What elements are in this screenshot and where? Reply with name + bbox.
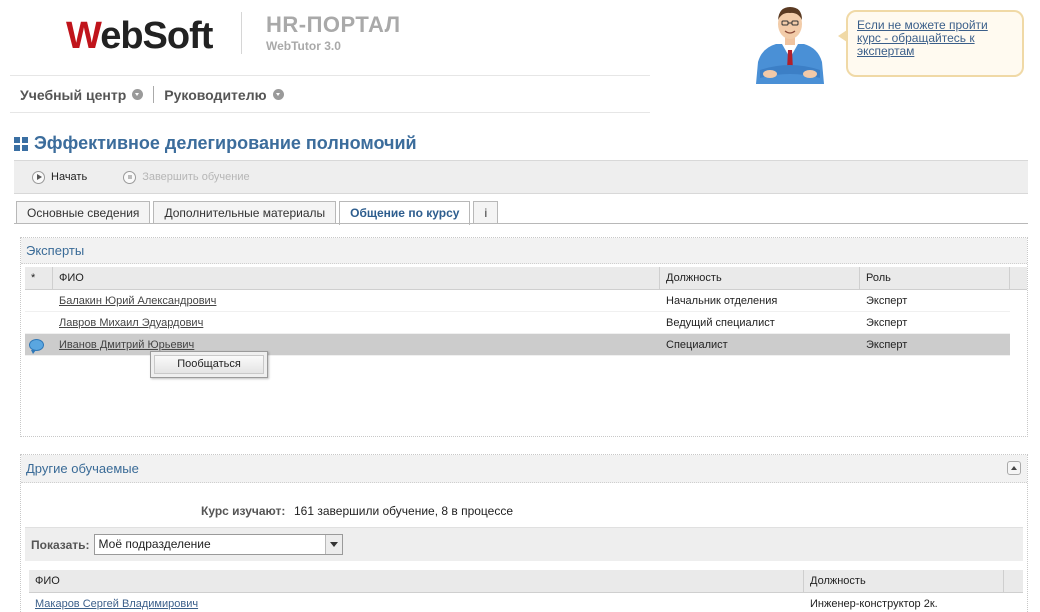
select-value: Моё подразделение xyxy=(98,537,211,551)
table-row[interactable]: Балакин Юрий Александрович Начальник отд… xyxy=(25,290,1010,312)
chat-popup: Пообщаться xyxy=(150,351,268,378)
chat-button[interactable]: Пообщаться xyxy=(154,355,264,374)
chevron-down-icon[interactable] xyxy=(324,535,342,554)
col-name[interactable]: ФИО xyxy=(29,570,804,592)
row-marker xyxy=(25,290,53,311)
menu-item-manager[interactable]: Руководителю xyxy=(164,86,284,103)
learner-name-link[interactable]: Макаров Сергей Владимирович xyxy=(35,598,198,610)
course-tabs: Основные сведения Дополнительные материа… xyxy=(16,201,501,225)
expert-role: Эксперт xyxy=(866,317,908,329)
menu-item-label: Учебный центр xyxy=(20,86,127,103)
header-separator xyxy=(10,75,650,76)
expert-position: Ведущий специалист xyxy=(666,317,775,329)
stats-value: 161 завершили обучение, 8 в процессе xyxy=(294,504,514,518)
stop-icon xyxy=(123,170,137,184)
col-scroll-spacer xyxy=(1004,570,1023,592)
menu-divider xyxy=(153,86,155,103)
menu-item-training-center[interactable]: Учебный центр xyxy=(20,86,144,103)
portal-title: HR-ПОРТАЛ xyxy=(266,12,401,37)
tab-info[interactable]: i xyxy=(473,201,499,224)
chat-bubble-icon[interactable] xyxy=(29,339,44,354)
row-marker xyxy=(25,312,53,333)
expert-role: Эксперт xyxy=(866,339,908,351)
table-row[interactable]: Лавров Михаил Эдуардович Ведущий специал… xyxy=(25,312,1010,334)
tab-additional-materials[interactable]: Дополнительные материалы xyxy=(153,201,337,224)
tab-course-communication[interactable]: Общение по курсу xyxy=(339,201,471,225)
tabs-underline xyxy=(14,223,1028,224)
chevron-down-icon xyxy=(272,89,284,100)
learners-table-header: ФИО Должность xyxy=(29,570,1023,593)
header-divider xyxy=(241,12,242,54)
expert-role: Эксперт xyxy=(866,295,908,307)
col-role[interactable]: Роль xyxy=(860,267,1010,289)
experts-table-header: * ФИО Должность Роль xyxy=(25,267,1027,290)
page-title: Эффективное делегирование полномочий xyxy=(34,133,417,153)
table-row[interactable]: Макаров Сергей Владимирович Инженер-конс… xyxy=(29,593,1004,612)
grid-icon xyxy=(14,136,28,151)
row-marker xyxy=(25,334,53,355)
stats-label: Курс изучают: xyxy=(201,504,286,518)
course-toolbar: Начать Завершить обучение xyxy=(14,160,1028,194)
tab-main-info[interactable]: Основные сведения xyxy=(16,201,151,224)
main-menu: Учебный центр Руководителю xyxy=(20,86,284,103)
play-icon xyxy=(32,170,45,184)
start-label: Начать xyxy=(51,171,88,183)
chevron-down-icon xyxy=(132,89,144,100)
filter-label: Показать: xyxy=(31,537,90,552)
page-heading: Эффективное делегирование полномочий xyxy=(14,133,417,154)
col-star: * xyxy=(25,267,53,289)
col-position[interactable]: Должность xyxy=(660,267,860,289)
logo-text: ebSoft xyxy=(100,15,213,57)
col-name[interactable]: ФИО xyxy=(53,267,660,289)
expert-name-link[interactable]: Лавров Михаил Эдуардович xyxy=(59,317,203,329)
department-select[interactable]: Моё подразделение xyxy=(93,534,343,555)
expert-position: Начальник отделения xyxy=(666,295,778,307)
experts-panel: Эксперты * ФИО Должность Роль Балакин Юр… xyxy=(20,237,1028,437)
col-scroll-spacer xyxy=(1010,267,1027,289)
col-position[interactable]: Должность xyxy=(804,570,1004,592)
help-bubble[interactable]: Если не можете пройти курс - обращайтесь… xyxy=(838,10,1024,77)
menu-separator xyxy=(10,112,650,113)
expert-position: Специалист xyxy=(666,339,728,351)
other-learners-title: Другие обучаемые xyxy=(21,455,1027,483)
start-button[interactable]: Начать xyxy=(32,170,88,184)
finish-label: Завершить обучение xyxy=(142,171,250,183)
filter-bar: Показать: Моё подразделение xyxy=(25,527,1023,561)
help-link[interactable]: Если не можете пройти курс - обращайтесь… xyxy=(857,18,988,58)
expert-name-link[interactable]: Балакин Юрий Александрович xyxy=(59,295,216,307)
help-person-illustration xyxy=(756,7,824,84)
experts-title: Эксперты xyxy=(21,238,1027,264)
expert-name-link[interactable]: Иванов Дмитрий Юрьевич xyxy=(59,339,194,351)
learner-position: Инженер-конструктор 2к. xyxy=(810,598,938,610)
collapse-icon[interactable] xyxy=(1007,461,1021,475)
websoft-logo[interactable]: WebSoft xyxy=(66,14,213,58)
logo-letter: W xyxy=(66,15,101,57)
other-learners-panel: Другие обучаемые Курс изучают: 161 завер… xyxy=(20,454,1028,612)
finish-training-button[interactable]: Завершить обучение xyxy=(123,170,250,184)
portal-subtitle: WebTutor 3.0 xyxy=(266,39,341,53)
menu-item-label: Руководителю xyxy=(164,86,267,103)
